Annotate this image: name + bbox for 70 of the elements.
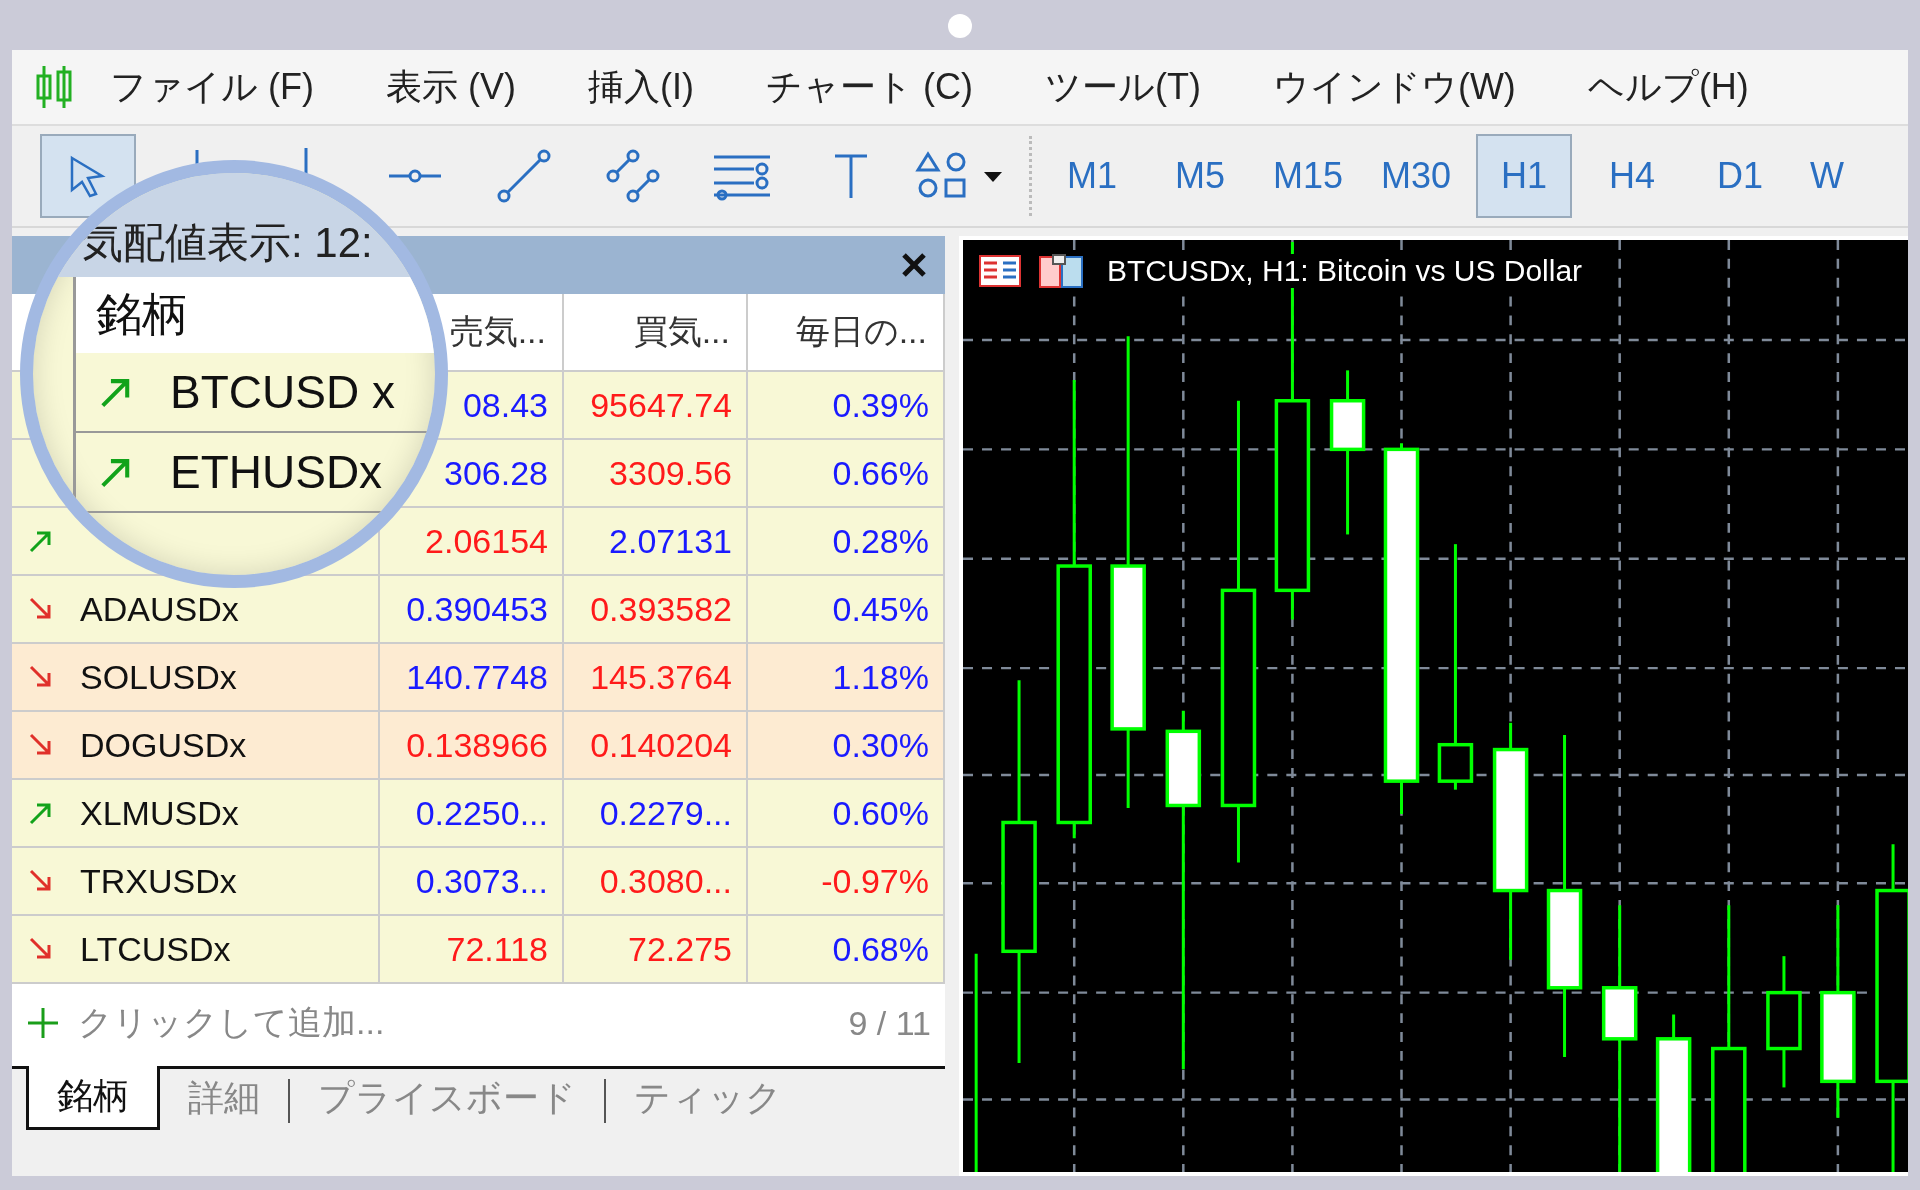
ask-cell: 0.393582 — [564, 576, 748, 644]
ask-cell: 2.07131 — [564, 508, 748, 576]
symbol-name: XLMUSDx — [80, 793, 239, 833]
menu-item[interactable]: 表示 (V) — [385, 62, 516, 112]
save-icon — [1039, 254, 1083, 288]
symbol-cell[interactable]: BTCUSD x — [76, 353, 435, 433]
change-cell: 0.30% — [748, 712, 945, 780]
change-cell: 0.60% — [748, 780, 945, 848]
change-cell: 0.28% — [748, 508, 945, 576]
change-cell: 0.39% — [748, 372, 945, 440]
ask-cell: 95647.74 — [564, 372, 748, 440]
timeframe-button[interactable]: W — [1800, 134, 1854, 218]
menu-item[interactable]: 挿入(I) — [587, 62, 694, 112]
toolbar-button[interactable] — [40, 134, 136, 218]
timeframe-button[interactable]: M15 — [1260, 134, 1356, 218]
change-cell: 1.18% — [748, 644, 945, 712]
channel-icon — [605, 148, 661, 204]
ask-cell: 72.275 — [564, 916, 748, 984]
bid-cell: 2.06154 — [380, 508, 564, 576]
ask-cell: 3309.56 — [564, 440, 748, 508]
timeframe-button[interactable]: H1 — [1476, 134, 1572, 218]
menu-item[interactable]: ファイル (F) — [110, 62, 314, 112]
ask-cell: 0.140204 — [564, 712, 748, 780]
list-icon — [979, 255, 1021, 287]
symbol-name: SOLUSDx — [80, 657, 237, 697]
symbol-cell[interactable]: SOLUSDx — [12, 644, 380, 712]
column-header[interactable]: 銘柄 — [76, 277, 435, 353]
menu-item[interactable]: チャート (C) — [765, 62, 973, 112]
symbol-name: ADAUSDx — [80, 589, 239, 629]
camera-dot — [948, 14, 972, 38]
symbol-name: LTCUSDx — [80, 929, 231, 969]
bid-cell: 140.7748 — [380, 644, 564, 712]
menu-item[interactable]: ツール(T) — [1044, 62, 1201, 112]
bid-cell: 0.138966 — [380, 712, 564, 780]
change-cell: -0.97% — [748, 848, 945, 916]
symbol-cell[interactable]: XLMUSDx — [12, 780, 380, 848]
menu-item[interactable]: ウインドウ(W) — [1272, 62, 1516, 112]
plus-icon[interactable] — [26, 1006, 60, 1040]
bid-cell: 0.3073... — [380, 848, 564, 916]
close-icon[interactable] — [901, 252, 927, 278]
bid-cell: 72.118 — [380, 916, 564, 984]
timeframe-button[interactable]: D1 — [1692, 134, 1788, 218]
symbol-cell[interactable]: ADAUSDx — [12, 576, 380, 644]
timeframe-button[interactable]: M1 — [1044, 134, 1140, 218]
app-logo-icon — [34, 64, 74, 110]
add-symbol-field[interactable]: クリックして追加... — [78, 1000, 385, 1046]
change-cell: 0.45% — [748, 576, 945, 644]
bid-cell: 0.390453 — [380, 576, 564, 644]
timeframe-button[interactable]: M5 — [1152, 134, 1248, 218]
change-cell: 0.66% — [748, 440, 945, 508]
timeframe-button[interactable]: M30 — [1368, 134, 1464, 218]
bid-cell: 0.2250... — [380, 780, 564, 848]
panel-tab[interactable]: 銘柄 — [26, 1066, 160, 1130]
menu-item[interactable]: ヘルプ(H) — [1587, 62, 1749, 112]
ask-cell: 145.3764 — [564, 644, 748, 712]
symbol-name: ETHUSDx — [170, 445, 383, 499]
trend-line-icon — [496, 148, 552, 204]
column-header[interactable]: 毎日の... — [748, 294, 945, 372]
symbol-cell[interactable]: TRXUSDx — [12, 848, 380, 916]
column-header[interactable]: 買気... — [564, 294, 748, 372]
ask-cell: 0.2279... — [564, 780, 748, 848]
symbol-name: DOGUSDx — [80, 725, 247, 765]
timeframe-button[interactable]: H4 — [1584, 134, 1680, 218]
change-cell: 0.68% — [748, 916, 945, 984]
symbol-cell[interactable]: DOGUSDx — [12, 712, 380, 780]
symbol-cell[interactable]: ETHUSDx — [76, 433, 435, 513]
symbol-count: 9 / 11 — [848, 1003, 931, 1043]
symbol-cell[interactable]: LTCUSDx — [12, 916, 380, 984]
symbol-name: TRXUSDx — [80, 861, 237, 901]
ask-cell: 0.3080... — [564, 848, 748, 916]
